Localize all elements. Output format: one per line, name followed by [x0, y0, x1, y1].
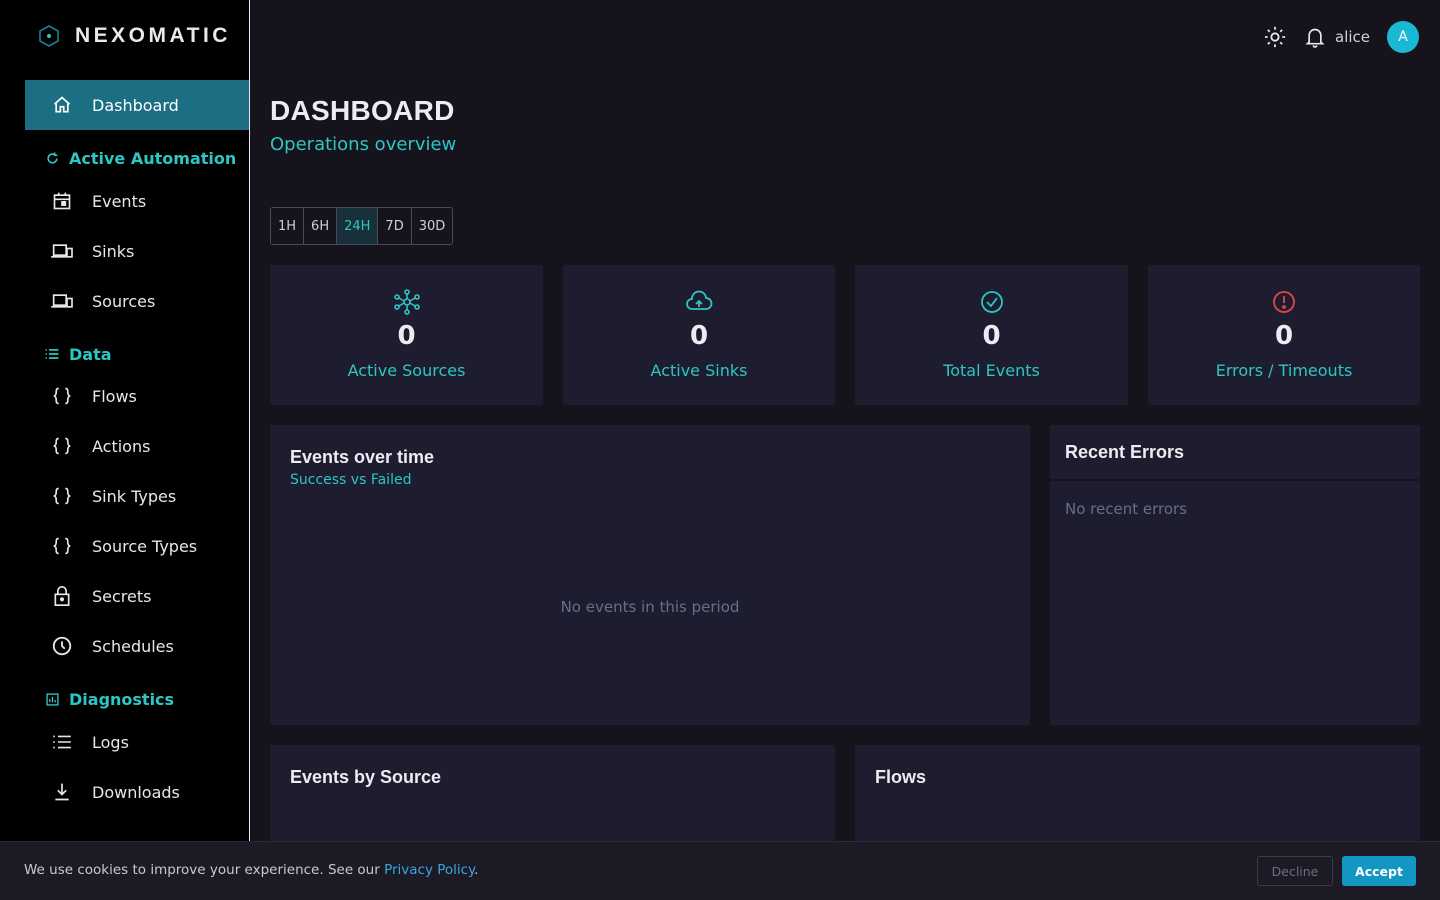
stat-card-active-sinks: 0 Active Sinks	[563, 265, 835, 405]
hexagon-logo-icon	[37, 24, 61, 48]
stat-card-active-sources: 0 Active Sources	[270, 265, 543, 405]
sidebar-item-label: Sources	[92, 291, 156, 311]
sidebar-item-sink-types[interactable]: Sink Types	[25, 471, 249, 521]
sidebar-item-events[interactable]: Events	[25, 176, 249, 226]
braces-icon	[50, 534, 74, 558]
cookie-text: We use cookies to improve your experienc…	[24, 862, 380, 878]
panel-subtitle: Success vs Failed	[290, 472, 412, 488]
section-label: Active Automation	[69, 148, 237, 168]
cloud-upload-icon	[685, 289, 713, 319]
divider	[1050, 479, 1420, 481]
devices-icon	[50, 289, 74, 313]
sidebar-item-label: Source Types	[92, 536, 198, 556]
range-button-1h[interactable]: 1H	[271, 208, 305, 244]
bell-icon[interactable]	[1304, 26, 1326, 48]
home-icon	[50, 93, 74, 117]
sidebar-item-downloads[interactable]: Downloads	[25, 767, 249, 817]
range-button-24h[interactable]: 24H	[337, 208, 379, 244]
sidebar-item-label: Dashboard	[92, 95, 179, 115]
sidebar-item-label: Actions	[92, 436, 151, 456]
section-data: Data	[45, 342, 112, 366]
time-range-selector: 1H 6H 24H 7D 30D	[270, 207, 454, 245]
empty-state: No recent errors	[1065, 500, 1187, 518]
stat-value: 0	[397, 321, 416, 351]
panel-title: Events by Source	[290, 767, 442, 787]
alert-circle-icon	[1271, 289, 1297, 319]
privacy-policy-link[interactable]: Privacy Policy	[384, 862, 474, 878]
download-icon	[50, 780, 74, 804]
sidebar-item-source-types[interactable]: Source Types	[25, 521, 249, 571]
stat-card-errors: 0 Errors / Timeouts	[1148, 265, 1420, 405]
panel-title: Flows	[875, 767, 927, 787]
braces-icon	[50, 434, 74, 458]
calendar-icon	[50, 189, 74, 213]
decline-button[interactable]: Decline	[1257, 856, 1333, 886]
events-over-time-panel: Events over time Success vs Failed No ev…	[270, 425, 1030, 725]
sidebar-item-label: Sinks	[92, 241, 135, 261]
lock-icon	[50, 584, 74, 608]
range-button-30d[interactable]: 30D	[411, 208, 453, 244]
events-by-source-panel: Events by Source	[270, 745, 835, 841]
accept-button[interactable]: Accept	[1342, 856, 1416, 886]
sidebar-item-label: Events	[92, 191, 147, 211]
chart-icon	[45, 692, 59, 706]
stat-value: 0	[689, 321, 709, 351]
list-icon	[50, 730, 74, 754]
page-subtitle: Operations overview	[270, 134, 457, 155]
recent-errors-panel: Recent Errors No recent errors	[1050, 425, 1420, 725]
sidebar-item-secrets[interactable]: Secrets	[25, 571, 249, 621]
brand[interactable]: NEXOMATIC	[37, 22, 231, 50]
range-button-6h[interactable]: 6H	[304, 208, 338, 244]
stat-label: Active Sinks	[650, 361, 748, 380]
cookie-banner: We use cookies to improve your experienc…	[0, 841, 1440, 900]
section-diagnostics: Diagnostics	[45, 687, 174, 711]
stat-value: 0	[982, 321, 1001, 351]
section-label: Diagnostics	[69, 689, 175, 709]
brand-name: NEXOMATIC	[75, 24, 231, 47]
stat-label: Total Events	[943, 361, 1040, 380]
devices-icon	[50, 239, 74, 263]
cookie-message: We use cookies to improve your experienc…	[24, 862, 478, 878]
flows-panel: Flows	[855, 745, 1420, 841]
stat-value: 0	[1274, 321, 1294, 351]
sun-icon[interactable]	[1264, 26, 1286, 48]
sidebar-item-dashboard[interactable]: Dashboard	[25, 80, 249, 130]
sidebar-item-label: Logs	[92, 732, 129, 752]
check-circle-icon	[979, 289, 1005, 319]
empty-state: No events in this period	[560, 598, 740, 616]
clock-icon	[50, 634, 74, 658]
sidebar-item-label: Downloads	[92, 782, 180, 802]
sidebar-item-actions[interactable]: Actions	[25, 421, 249, 471]
avatar[interactable]: A	[1387, 21, 1419, 53]
list-icon	[45, 347, 59, 361]
panel-title: Recent Errors	[1065, 442, 1185, 462]
range-button-7d[interactable]: 7D	[378, 208, 412, 244]
sidebar: NEXOMATIC Dashboard Active Automation Ev…	[0, 0, 250, 900]
sidebar-item-label: Secrets	[92, 586, 152, 606]
sidebar-item-sources[interactable]: Sources	[25, 276, 249, 326]
sidebar-item-sinks[interactable]: Sinks	[25, 226, 249, 276]
sidebar-item-label: Schedules	[92, 636, 174, 656]
stat-label: Errors / Timeouts	[1215, 361, 1353, 380]
refresh-icon	[45, 151, 59, 165]
sidebar-item-label: Sink Types	[92, 486, 177, 506]
network-icon	[393, 289, 420, 319]
section-label: Data	[69, 344, 112, 364]
panel-title: Events over time	[290, 447, 435, 467]
braces-icon	[50, 384, 74, 408]
username[interactable]: alice	[1335, 28, 1370, 46]
stat-card-total-events: 0 Total Events	[855, 265, 1128, 405]
sidebar-item-logs[interactable]: Logs	[25, 717, 249, 767]
page-title: DASHBOARD	[270, 95, 455, 126]
stat-label: Active Sources	[347, 361, 466, 380]
cookie-suffix: .	[474, 862, 479, 878]
braces-icon	[50, 484, 74, 508]
sidebar-item-flows[interactable]: Flows	[25, 371, 249, 421]
sidebar-item-label: Flows	[92, 386, 137, 406]
sidebar-item-schedules[interactable]: Schedules	[25, 621, 249, 671]
section-active-automation: Active Automation	[45, 146, 236, 170]
